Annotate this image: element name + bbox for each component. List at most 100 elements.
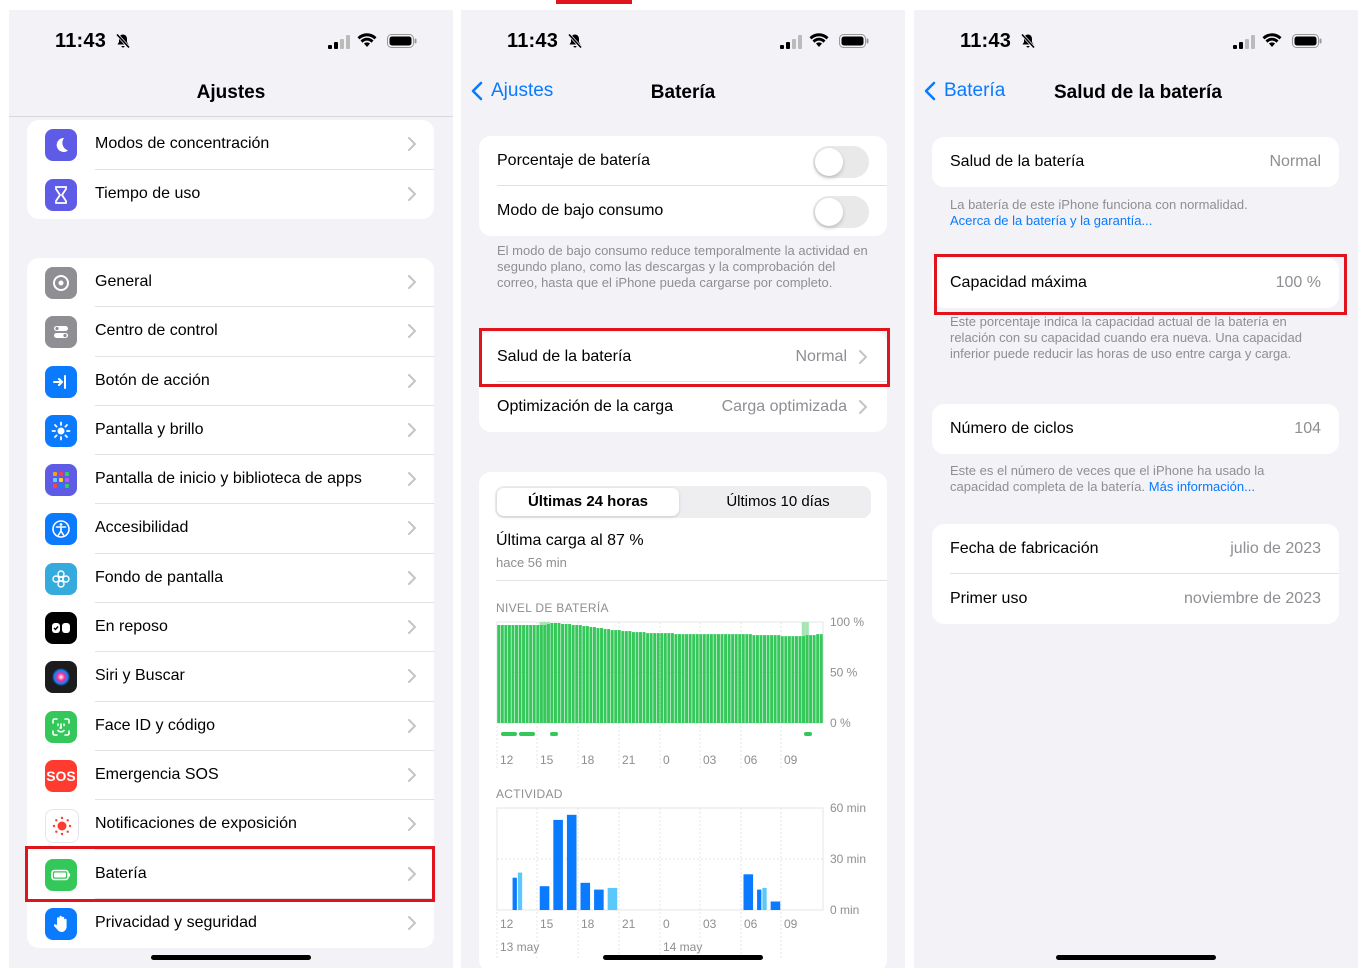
battery-health-title: Salud de la batería xyxy=(1054,82,1222,103)
action-button-icon xyxy=(45,365,77,398)
status-bar: 11:43 xyxy=(914,24,1358,58)
level-bar xyxy=(819,634,823,723)
battery-health-row[interactable]: Salud de la batería Normal xyxy=(479,332,887,382)
level-y-tick: 50 % xyxy=(830,666,858,680)
wifi-icon xyxy=(357,33,377,47)
cellular-signal-icon xyxy=(1233,35,1255,49)
level-bar xyxy=(536,625,540,723)
level-bar xyxy=(614,630,618,723)
activity-bar-screen-on xyxy=(580,882,591,910)
settings-row-moon[interactable]: Modos de concentración xyxy=(27,120,434,170)
bell-muted-icon xyxy=(115,33,131,49)
back-button-bateria[interactable]: Batería xyxy=(924,80,1005,102)
level-bar xyxy=(561,624,565,723)
level-bar xyxy=(713,634,717,723)
level-bar xyxy=(738,634,742,723)
battery-health-value: Normal xyxy=(795,348,847,365)
level-y-tick: 100 % xyxy=(830,615,864,629)
settings-row-label: Batería xyxy=(95,864,147,882)
settings-row-label: Fondo de pantalla xyxy=(95,568,224,586)
settings-group-main: General Centro de control Botón de acción P… xyxy=(27,258,434,948)
activity-x-tick: 09 xyxy=(784,917,798,931)
settings-row-action-button[interactable]: Botón de acción xyxy=(27,357,434,406)
back-label: Batería xyxy=(944,80,1006,101)
level-bar xyxy=(755,635,759,723)
manufacture-date-value: julio de 2023 xyxy=(1230,540,1321,557)
level-bar xyxy=(695,634,699,723)
settings-row-hourglass[interactable]: Tiempo de uso xyxy=(27,170,434,220)
gear-icon xyxy=(45,267,77,299)
settings-row-label: Tiempo de uso xyxy=(95,184,201,202)
settings-group-focus: Modos de concentración Tiempo de uso xyxy=(27,120,434,219)
level-bar xyxy=(724,634,728,723)
settings-row-standby[interactable]: En reposo xyxy=(27,603,434,653)
battery-health-group: Salud de la batería Normal Optimización … xyxy=(479,332,887,432)
battery-charts: 100 % 50 % 0 % 12 15 18 21 0 03 06 09 60 min 30 min 0… xyxy=(496,615,866,960)
settings-row-face-id[interactable]: Face ID y código xyxy=(27,702,434,751)
battery-percentage-label: Porcentaje de batería xyxy=(497,152,650,169)
battery-screen: 11:43 Ajustes Batería Porcentaje de bate… xyxy=(461,10,905,968)
more-info-link[interactable]: Más información... xyxy=(1149,479,1255,494)
battery-percentage-toggle[interactable] xyxy=(813,146,869,178)
activity-bar-screen-off xyxy=(762,887,767,910)
charge-optimization-row[interactable]: Optimización de la carga Carga optimizad… xyxy=(479,382,887,432)
level-bar xyxy=(568,624,572,723)
level-bar xyxy=(681,634,685,723)
level-bar xyxy=(787,636,791,723)
level-bar xyxy=(805,635,809,723)
battery-title: Batería xyxy=(650,82,716,103)
level-bar xyxy=(773,635,777,723)
activity-bar-screen-on xyxy=(743,874,754,910)
level-bar xyxy=(525,625,529,723)
settings-row-gear[interactable]: General xyxy=(27,258,434,308)
activity-x-tick: 06 xyxy=(744,917,758,931)
level-bar xyxy=(798,636,802,723)
level-bar xyxy=(504,625,508,723)
level-bar xyxy=(564,624,568,723)
settings-row-accessibility[interactable]: Accesibilidad xyxy=(27,504,434,554)
settings-row-app-grid[interactable]: Pantalla de inicio y biblioteca de apps xyxy=(27,455,434,505)
battery-health-label: Salud de la batería xyxy=(497,348,632,365)
status-bar: 11:43 xyxy=(461,24,905,58)
activity-bar-screen-on xyxy=(539,886,550,910)
activity-bar-screen-on xyxy=(566,814,577,910)
level-bar xyxy=(780,636,784,723)
settings-row-label: Modos de concentración xyxy=(95,135,270,152)
settings-row-hand[interactable]: Privacidad y seguridad xyxy=(27,899,434,948)
max-capacity-row: Capacidad máxima 100 % xyxy=(932,258,1339,308)
settings-row-switches[interactable]: Centro de control xyxy=(27,307,434,357)
level-bar xyxy=(752,635,756,723)
settings-row-label: Accesibilidad xyxy=(95,519,189,537)
level-bar xyxy=(727,634,731,723)
level-bar xyxy=(720,634,724,723)
level-bar xyxy=(575,625,579,723)
chevron-right-icon xyxy=(408,472,416,487)
bell-muted-icon xyxy=(567,33,583,49)
settings-row-label: Pantalla de inicio y biblioteca de apps xyxy=(95,470,362,488)
battery-toggles-group: Porcentaje de batería Modo de bajo consu… xyxy=(479,136,887,236)
level-bar xyxy=(731,634,735,723)
standby-icon xyxy=(45,612,77,645)
chevron-right-icon xyxy=(408,422,416,437)
level-bar xyxy=(515,625,518,723)
level-bar xyxy=(685,634,689,723)
chevron-right-icon xyxy=(859,400,867,414)
activity-bar-screen-on xyxy=(512,877,517,910)
activity-bar-screen-on xyxy=(594,889,604,910)
settings-row-label: Pantalla y brillo xyxy=(95,420,204,438)
level-bar xyxy=(674,634,678,723)
settings-row-sos[interactable]: SOS Emergencia SOS xyxy=(27,751,434,801)
settings-row-battery[interactable]: Batería xyxy=(27,850,434,899)
low-power-row: Modo de bajo consumo xyxy=(479,186,887,236)
settings-row-siri[interactable]: Siri y Buscar xyxy=(27,652,434,702)
home-indicator xyxy=(603,955,763,960)
low-power-note: El modo de bajo consumo reduce temporalm… xyxy=(497,243,868,290)
settings-row-sun[interactable]: Pantalla y brillo xyxy=(27,406,434,456)
settings-row-label: Emergencia SOS xyxy=(95,765,219,783)
low-power-toggle[interactable] xyxy=(813,196,869,228)
settings-row-flower[interactable]: Fondo de pantalla xyxy=(27,554,434,604)
health-status-group: Salud de la batería Normal xyxy=(932,137,1339,187)
level-bar xyxy=(596,628,600,723)
settings-row-exposure[interactable]: Notificaciones de exposición xyxy=(27,800,434,850)
battery-warranty-link[interactable]: Acerca de la batería y la garantía... xyxy=(950,213,1152,228)
